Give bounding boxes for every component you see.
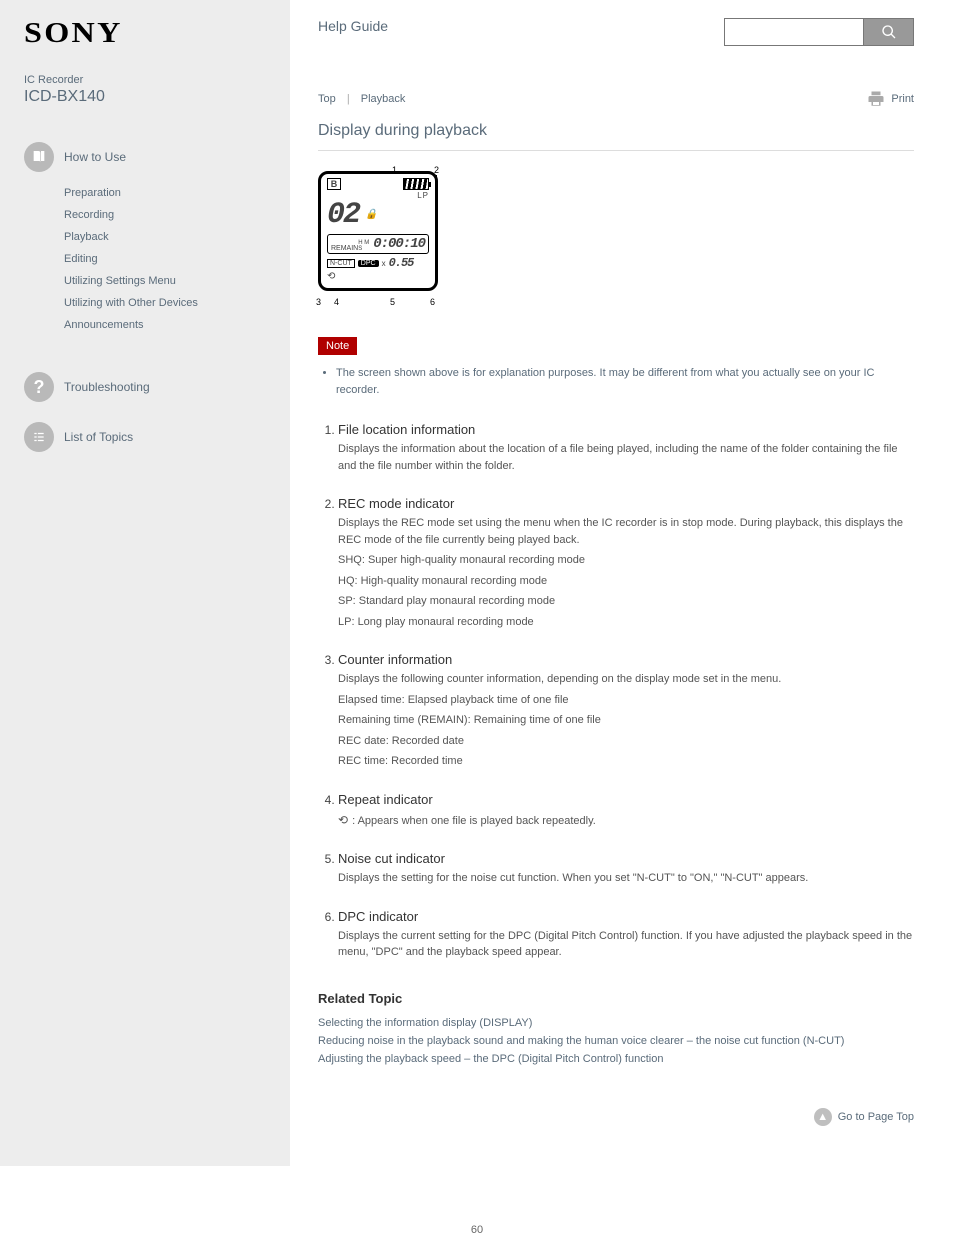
item-2: REC mode indicator Displays the REC mode…: [338, 496, 914, 630]
note-list: The screen shown above is for explanatio…: [318, 363, 914, 400]
arrow-up-icon: ▲: [814, 1108, 832, 1126]
lcd-figure: 1 2 B LP 02 🔒 REMAIN H M S 0:00:10: [318, 171, 448, 309]
item-head: Repeat indicator: [338, 792, 914, 807]
lcd-ncut: N-CUT: [327, 259, 355, 268]
page-title: Display during playback: [318, 122, 914, 151]
sidebar-title-troubleshooting: Troubleshooting: [64, 380, 150, 394]
product-block: IC Recorder ICD-BX140: [24, 74, 270, 106]
note-badge: Note: [318, 337, 357, 355]
lcd-hms: H M S: [358, 240, 373, 252]
breadcrumb: Top | Playback: [318, 93, 405, 105]
item-body-text: LP: Long play monaural recording mode: [338, 614, 914, 631]
breadcrumb-top[interactable]: Top: [318, 93, 336, 105]
sidebar: SONY IC Recorder ICD-BX140 How to Use Pr…: [0, 0, 290, 1166]
callout-3: 3: [316, 297, 321, 307]
item-body-text: REC time: Recorded time: [338, 753, 914, 770]
lcd-dpc: DPC: [358, 260, 379, 267]
search-icon: [881, 24, 897, 40]
go-top-label: Go to Page Top: [838, 1111, 914, 1123]
item-body-text: SP: Standard play monaural recording mod…: [338, 593, 914, 610]
item-body-text: Displays the REC mode set using the menu…: [338, 515, 914, 548]
print-icon: [867, 90, 885, 108]
item-body-text: SHQ: Super high-quality monaural recordi…: [338, 552, 914, 569]
sidebar-item-announcements[interactable]: Announcements: [64, 314, 270, 336]
search-input[interactable]: [724, 18, 864, 46]
item-body-text: Displays the following counter informati…: [338, 671, 914, 688]
sidebar-group-troubleshooting[interactable]: ? Troubleshooting: [24, 372, 270, 402]
callout-5: 5: [390, 297, 395, 307]
item-head: REC mode indicator: [338, 496, 914, 511]
lcd-file-number: 02: [327, 198, 359, 232]
sidebar-item-settings[interactable]: Utilizing Settings Menu: [64, 270, 270, 292]
sidebar-item-preparation[interactable]: Preparation: [64, 182, 270, 204]
item-3: Counter information Displays the followi…: [338, 652, 914, 770]
related-link[interactable]: Selecting the information display (DISPL…: [318, 1014, 914, 1032]
items-list: File location information Displays the i…: [318, 422, 914, 961]
item-body-text: HQ: High-quality monaural recording mode: [338, 573, 914, 590]
item-4: Repeat indicator ⟲: Appears when one fil…: [338, 792, 914, 830]
search-button[interactable]: [864, 18, 914, 46]
item-body-text: ⟲: Appears when one file is played back …: [338, 811, 914, 830]
item-head: File location information: [338, 422, 914, 437]
related-topic: Related Topic Selecting the information …: [318, 991, 914, 1068]
item-body-text: Displays the information about the locat…: [338, 441, 914, 474]
callout-6: 6: [430, 297, 435, 307]
list-icon: [24, 422, 54, 452]
sidebar-item-other-devices[interactable]: Utilizing with Other Devices: [64, 292, 270, 314]
item-6: DPC indicator Displays the current setti…: [338, 909, 914, 961]
sidebar-item-playback[interactable]: Playback: [64, 226, 270, 248]
print-button[interactable]: Print: [867, 90, 914, 108]
sidebar-item-editing[interactable]: Editing: [64, 248, 270, 270]
lock-icon: 🔒: [365, 209, 375, 221]
sidebar-list-howto: Preparation Recording Playback Editing U…: [24, 182, 270, 336]
sidebar-item-recording[interactable]: Recording: [64, 204, 270, 226]
lcd-speed: 0.55: [389, 256, 414, 270]
related-link[interactable]: Reducing noise in the playback sound and…: [318, 1032, 914, 1050]
breadcrumb-separator: |: [347, 93, 350, 105]
item-body-text: REC date: Recorded date: [338, 733, 914, 750]
sidebar-group-topics[interactable]: List of Topics: [24, 422, 270, 452]
note-item: The screen shown above is for explanatio…: [336, 363, 914, 400]
item-1: File location information Displays the i…: [338, 422, 914, 474]
guide-title: Help Guide: [318, 18, 388, 34]
item-5: Noise cut indicator Displays the setting…: [338, 851, 914, 887]
related-title: Related Topic: [318, 991, 914, 1006]
item-body-text: Displays the setting for the noise cut f…: [338, 870, 914, 887]
related-link[interactable]: Adjusting the playback speed – the DPC (…: [318, 1050, 914, 1068]
sidebar-title-topics: List of Topics: [64, 430, 133, 444]
print-label: Print: [891, 93, 914, 105]
item-head: DPC indicator: [338, 909, 914, 924]
item-body-text: Remaining time (REMAIN): Remaining time …: [338, 712, 914, 729]
book-icon: [24, 142, 54, 172]
product-device: IC Recorder: [24, 74, 270, 86]
item-head: Counter information: [338, 652, 914, 667]
sidebar-group-howto: How to Use Preparation Recording Playbac…: [24, 142, 270, 336]
item-head: Noise cut indicator: [338, 851, 914, 866]
search-bar: [724, 18, 914, 46]
page-number: 60: [0, 1166, 954, 1254]
product-model: ICD-BX140: [24, 88, 270, 106]
main-content: Help Guide Top | Playback Print Display …: [290, 0, 954, 1166]
repeat-icon: ⟲: [338, 813, 348, 827]
item-body-text: Displays the current setting for the DPC…: [338, 928, 914, 961]
lcd-folder: B: [327, 178, 341, 190]
sidebar-title-howto: How to Use: [64, 150, 126, 164]
lcd-remain-label: REMAIN: [331, 245, 358, 252]
go-top-button[interactable]: ▲ Go to Page Top: [318, 1108, 914, 1126]
battery-icon: [403, 178, 429, 190]
callout-4: 4: [334, 297, 339, 307]
brand-logo: SONY: [24, 18, 307, 50]
question-icon: ?: [24, 372, 54, 402]
loop-icon: ⟲: [327, 271, 429, 282]
item-body-text: Elapsed time: Elapsed playback time of o…: [338, 692, 914, 709]
breadcrumb-playback[interactable]: Playback: [361, 93, 406, 105]
lcd-remain-time: 0:00:10: [373, 236, 425, 252]
